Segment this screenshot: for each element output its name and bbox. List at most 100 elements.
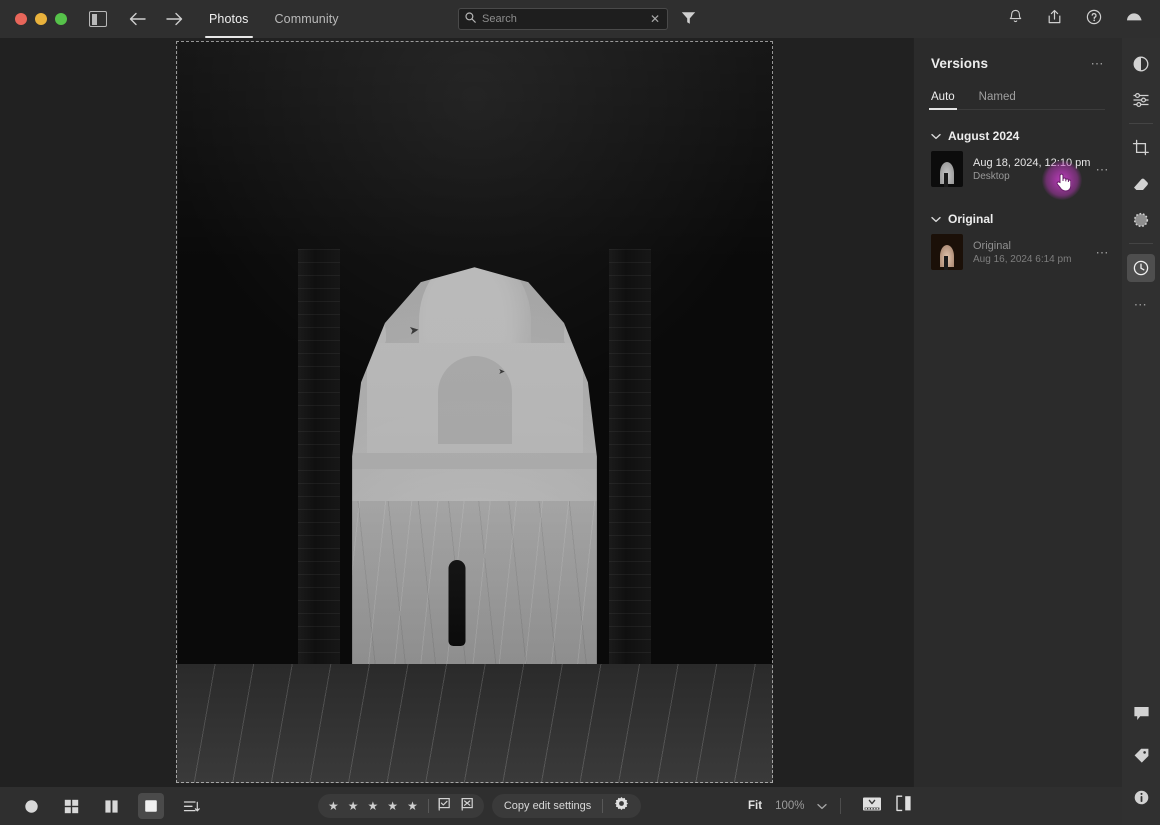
clock-icon[interactable] — [1127, 254, 1155, 282]
star-icon[interactable]: ★ — [328, 800, 339, 812]
ellipsis-icon[interactable]: ⋯ — [1096, 246, 1111, 259]
info-circle-icon[interactable] — [1127, 783, 1155, 811]
tab-auto[interactable]: Auto — [929, 91, 957, 110]
rating-flag-group: ★ ★ ★ ★ ★ — [318, 794, 484, 818]
search-icon — [465, 10, 476, 28]
version-group-title: August 2024 — [948, 129, 1020, 143]
crop-icon[interactable] — [1127, 134, 1155, 162]
versions-panel: Versions ⋯ Auto Named August 2024 Aug 18… — [913, 38, 1122, 825]
grid-icon[interactable] — [58, 793, 84, 819]
sliders-icon[interactable] — [1127, 86, 1155, 114]
minimize-window-button[interactable] — [35, 13, 47, 25]
copy-edit-settings-group: Copy edit settings — [491, 794, 642, 818]
photo-canvas: ➤ ➤ — [0, 38, 913, 787]
star-icon[interactable]: ★ — [368, 800, 379, 812]
star-icon[interactable]: ★ — [407, 800, 418, 812]
app-window: Photos Community Search ✕ ➤ ➤ Versions ⋯… — [0, 0, 1160, 825]
version-group-header[interactable]: August 2024 — [914, 127, 1122, 145]
list-item[interactable]: Original Aug 16, 2024 6:14 pm ⋯ — [914, 228, 1122, 276]
arrow-left-icon[interactable] — [129, 12, 146, 26]
tag-icon[interactable] — [1127, 741, 1155, 769]
version-thumbnail — [931, 151, 963, 187]
zoom-controls: Fit 100% — [748, 795, 913, 817]
flag-x-icon[interactable] — [461, 797, 475, 816]
photo-foreground-floor — [176, 664, 773, 783]
ellipsis-icon[interactable]: ⋯ — [1091, 57, 1106, 70]
eraser-icon[interactable] — [1127, 170, 1155, 198]
star-rating[interactable]: ★ ★ ★ ★ ★ — [318, 800, 428, 812]
version-meta: Original Aug 16, 2024 6:14 pm — [973, 240, 1086, 265]
chevron-down-icon[interactable] — [931, 127, 941, 145]
main-photo[interactable]: ➤ ➤ — [176, 41, 773, 783]
main-nav-tabs: Photos Community — [205, 0, 339, 38]
ellipsis-icon[interactable]: ⋯ — [1127, 290, 1155, 318]
bell-icon[interactable] — [1008, 9, 1023, 30]
compare-icon[interactable] — [98, 793, 124, 819]
gear-icon[interactable] — [614, 796, 629, 816]
search-bar: Search ✕ — [458, 8, 668, 30]
ellipsis-icon[interactable]: ⋯ — [1096, 163, 1111, 176]
version-group-title: Original — [948, 212, 994, 226]
star-icon[interactable]: ★ — [348, 800, 359, 812]
share-icon[interactable] — [1047, 9, 1062, 30]
photo-bird: ➤ — [407, 322, 420, 338]
bottom-bar: ★ ★ ★ ★ ★ Copy edit settings Fit 100% — [0, 787, 1122, 825]
version-group-header[interactable]: Original — [914, 210, 1122, 228]
close-icon[interactable]: ✕ — [650, 13, 661, 25]
star-icon[interactable]: ★ — [387, 800, 398, 812]
search-input[interactable]: Search ✕ — [458, 8, 668, 30]
photo-figure — [448, 560, 466, 647]
version-subtitle: Desktop — [973, 170, 1010, 182]
sort-icon[interactable] — [178, 793, 204, 819]
version-meta: Aug 18, 2024, 12:10 pm Desktop — [973, 156, 1091, 182]
half-circle-icon[interactable] — [1127, 50, 1155, 78]
version-name: Aug 18, 2024, 12:10 pm — [973, 156, 1091, 169]
zoom-level[interactable]: 100% — [775, 800, 804, 812]
top-bar-actions — [1008, 0, 1144, 38]
version-subtitle: Aug 16, 2024 6:14 pm — [973, 253, 1072, 265]
version-group: Original Original Aug 16, 2024 6:14 pm ⋯ — [914, 210, 1122, 276]
comment-bubble-icon[interactable] — [1127, 699, 1155, 727]
cloud-icon[interactable] — [1126, 10, 1144, 28]
maximize-window-button[interactable] — [55, 13, 67, 25]
tab-named[interactable]: Named — [979, 91, 1016, 110]
photo-content: ➤ ➤ — [176, 41, 773, 783]
circle-icon[interactable] — [18, 793, 44, 819]
window-controls — [0, 13, 67, 25]
tab-community[interactable]: Community — [275, 0, 339, 38]
versions-panel-header: Versions ⋯ — [914, 38, 1122, 71]
tool-rail: ⋯ — [1122, 38, 1160, 825]
chevron-down-icon[interactable] — [931, 210, 941, 228]
page-title: Versions — [931, 56, 989, 71]
square-icon[interactable] — [138, 793, 164, 819]
divider — [1129, 243, 1153, 244]
rating-and-actions: ★ ★ ★ ★ ★ Copy edit settings — [318, 794, 642, 818]
photo-bird: ➤ — [498, 367, 506, 377]
version-group: August 2024 Aug 18, 2024, 12:10 pm Deskt… — [914, 127, 1122, 193]
help-circle-icon[interactable] — [1086, 9, 1102, 30]
sidebar-toggle-icon[interactable] — [89, 11, 107, 27]
filmstrip-icon[interactable] — [862, 796, 882, 817]
divider — [1129, 123, 1153, 124]
fit-button[interactable]: Fit — [748, 800, 762, 812]
dotted-circle-icon[interactable] — [1127, 206, 1155, 234]
chevron-down-icon[interactable] — [817, 797, 828, 815]
tabs-divider — [931, 109, 1105, 110]
top-bar: Photos Community Search ✕ — [0, 0, 1160, 38]
version-name: Original — [973, 239, 1011, 252]
flag-group — [429, 797, 484, 816]
search-placeholder: Search — [482, 13, 517, 25]
view-mode-group — [0, 793, 204, 819]
copy-edit-settings-label: Copy edit settings — [503, 800, 592, 812]
list-item[interactable]: Aug 18, 2024, 12:10 pm Desktop ⋯ — [914, 145, 1122, 193]
split-view-icon[interactable] — [895, 795, 913, 817]
versions-tabs: Auto Named — [914, 71, 1122, 110]
copy-edit-settings-button[interactable]: Copy edit settings — [492, 796, 641, 816]
version-thumbnail — [931, 234, 963, 270]
close-window-button[interactable] — [15, 13, 27, 25]
arrow-right-icon[interactable] — [166, 12, 183, 26]
filter-icon[interactable] — [681, 11, 696, 30]
flag-check-icon[interactable] — [438, 797, 452, 816]
nav-arrows — [129, 12, 183, 26]
tab-photos[interactable]: Photos — [205, 0, 253, 38]
